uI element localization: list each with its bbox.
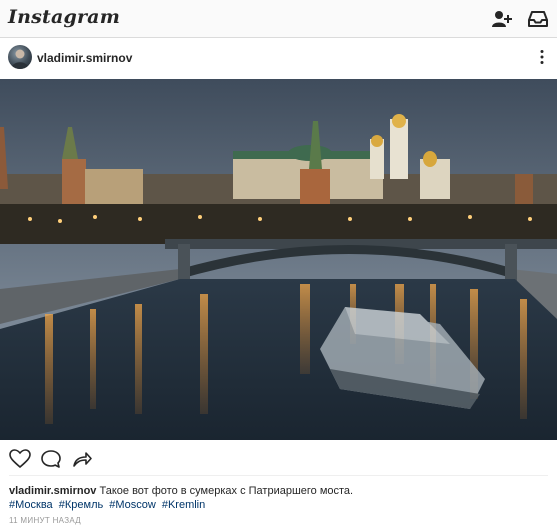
post-username[interactable]: vladimir.smirnov (37, 51, 132, 65)
top-bar: Instagram (0, 0, 557, 38)
inbox-icon[interactable] (527, 9, 549, 29)
hashtag[interactable]: #Москва (9, 499, 53, 511)
share-icon[interactable] (71, 449, 93, 469)
more-vertical-icon[interactable] (539, 49, 545, 65)
heart-icon[interactable] (9, 449, 31, 469)
instagram-logo[interactable]: Instagram (8, 6, 120, 28)
hashtag[interactable]: #Кремль (59, 499, 103, 511)
post-header: vladimir.smirnov (0, 38, 557, 79)
add-user-icon[interactable] (491, 9, 513, 29)
hashtag[interactable]: #Kremlin (162, 499, 205, 511)
hashtag[interactable]: #Moscow (109, 499, 155, 511)
caption-username[interactable]: vladimir.smirnov (9, 485, 96, 497)
post-photo[interactable] (0, 79, 557, 440)
post-caption: vladimir.smirnov Такое вот фото в сумерк… (9, 484, 549, 498)
hashtags: #Москва #Кремль #Moscow #Kremlin (9, 498, 208, 512)
post-actions (0, 440, 557, 476)
comment-icon[interactable] (40, 449, 62, 469)
post-timestamp: 11 МИНУТ НАЗАД (9, 516, 81, 525)
caption-text: Такое вот фото в сумерках с Патриаршего … (99, 485, 354, 497)
divider (9, 475, 548, 476)
avatar[interactable] (8, 45, 32, 69)
